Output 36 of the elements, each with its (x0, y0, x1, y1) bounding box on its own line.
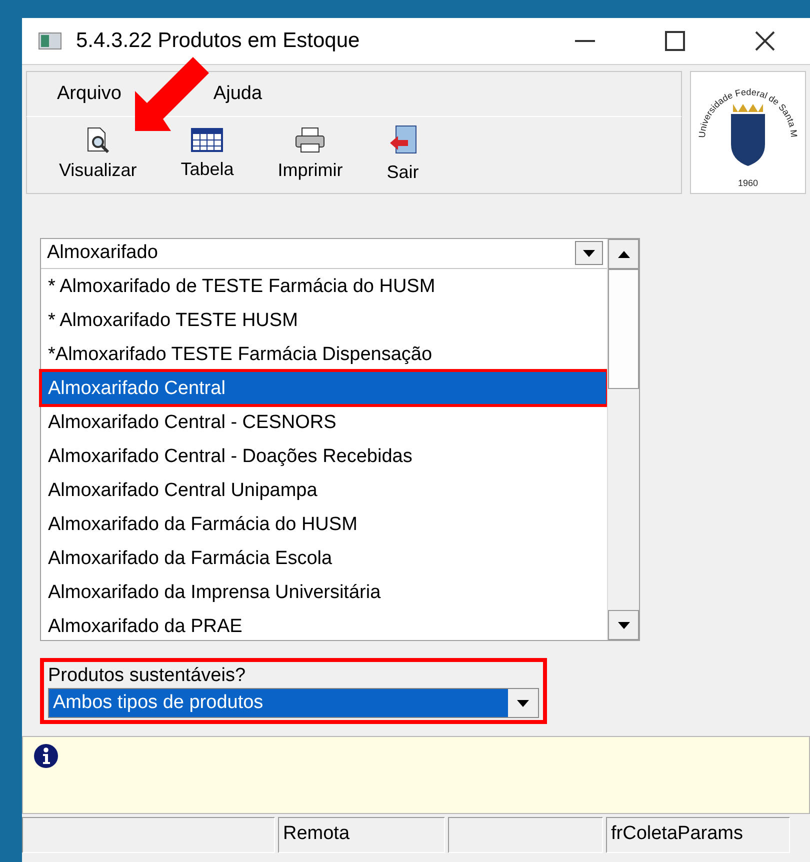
list-item[interactable]: * Almoxarifado TESTE HUSM (41, 302, 607, 336)
list-item[interactable]: Almoxarifado da PRAE (41, 608, 607, 642)
list-item[interactable]: Almoxarifado Central (41, 370, 607, 404)
printer-icon (294, 126, 326, 152)
list-item[interactable]: Almoxarifado Central Unipampa (41, 472, 607, 506)
table-icon (191, 128, 224, 152)
caret-icon (583, 250, 595, 257)
list-item[interactable]: Almoxarifado Central - Doações Recebidas (41, 438, 607, 472)
list-item[interactable]: Almoxarifado da Imprensa Universitária (41, 574, 607, 608)
list-header: Almoxarifado (47, 241, 158, 265)
list-item[interactable]: *Almoxarifado TESTE Farmácia Dispensação (41, 336, 607, 370)
scrollbar[interactable] (607, 239, 639, 640)
minimize-icon (575, 40, 595, 42)
product-type-select[interactable]: Ambos tipos de produtos (48, 688, 539, 718)
print-button[interactable]: Imprimir (274, 117, 347, 193)
dropdown-button[interactable] (575, 241, 603, 266)
list-item[interactable]: Almoxarifado da Farmácia Escola (41, 540, 607, 574)
app-icon (38, 31, 62, 51)
down-arrow-icon (618, 622, 630, 628)
up-arrow-icon (618, 250, 630, 258)
status-text: Remota (278, 817, 445, 853)
window-title: 5.4.3.22 Produtos em Estoque (76, 28, 361, 54)
status-text: frColetaParams (606, 817, 790, 853)
maximize-icon (665, 31, 685, 51)
caret-icon (517, 700, 529, 706)
menu-item[interactable]: Arquivo (57, 80, 122, 108)
menu-item[interactable]: Ajuda (213, 80, 262, 108)
close-icon (755, 31, 775, 51)
list-item[interactable]: Almoxarifado da Farmácia do HUSM (41, 506, 607, 540)
table-button[interactable]: Tabela (176, 117, 238, 193)
list-item[interactable]: Almoxarifado Central - CESNORS (41, 404, 607, 438)
exit-button[interactable]: Sair (382, 117, 423, 193)
door-arrow-icon (388, 124, 418, 154)
info-icon (33, 743, 59, 769)
field-label: Produtos sustentáveis? (48, 664, 247, 688)
list-item[interactable]: * Almoxarifado de TESTE Farmácia do HUSM (41, 268, 607, 302)
